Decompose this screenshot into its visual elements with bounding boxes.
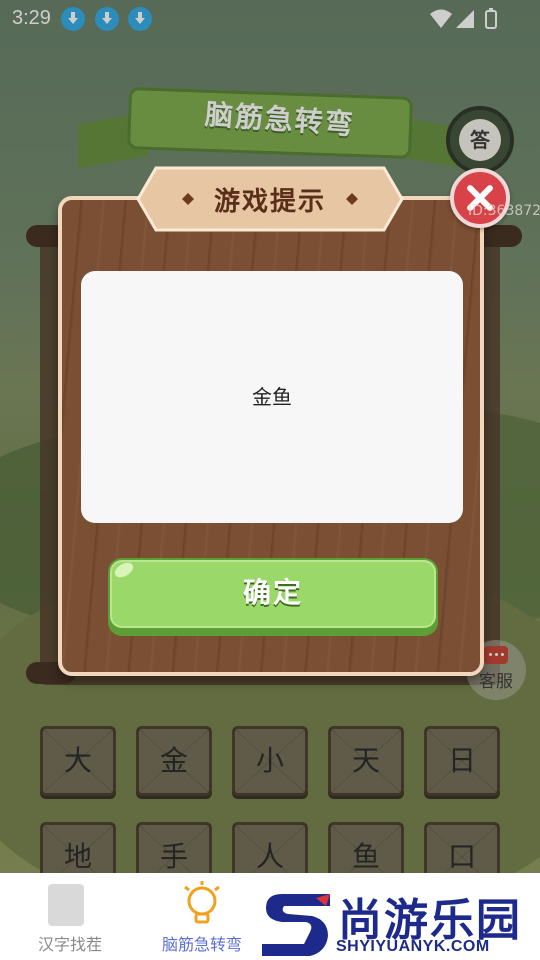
dialog-title-banner: 游戏提示 (136, 166, 404, 232)
hint-content-panel: 金鱼 (81, 271, 463, 523)
puzzle-id: ID:363872 (468, 203, 540, 219)
nav-label: 汉字找茬 (37, 935, 102, 954)
hint-dialog: 金鱼 确定 (58, 196, 484, 676)
confirm-button[interactable]: 确定 (108, 558, 438, 636)
document-icon (48, 884, 84, 926)
watermark-en-text: SHYIYUANYK.COM (336, 938, 490, 955)
lightbulb-icon (184, 881, 220, 924)
confirm-button-label: 确定 (110, 560, 436, 628)
dialog-title: 游戏提示 (213, 187, 326, 217)
site-watermark: 尚游乐园 SHYIYUANYK.COM (258, 884, 540, 958)
nav-item-spot-difference[interactable]: 汉字找茬 (0, 873, 140, 960)
hint-text: 金鱼 (252, 385, 292, 409)
nav-label: 脑筋急转弯 (161, 935, 242, 954)
watermark-logo-icon (262, 894, 330, 956)
nav-item-brain-teaser[interactable]: 脑筋急转弯 (132, 873, 272, 960)
